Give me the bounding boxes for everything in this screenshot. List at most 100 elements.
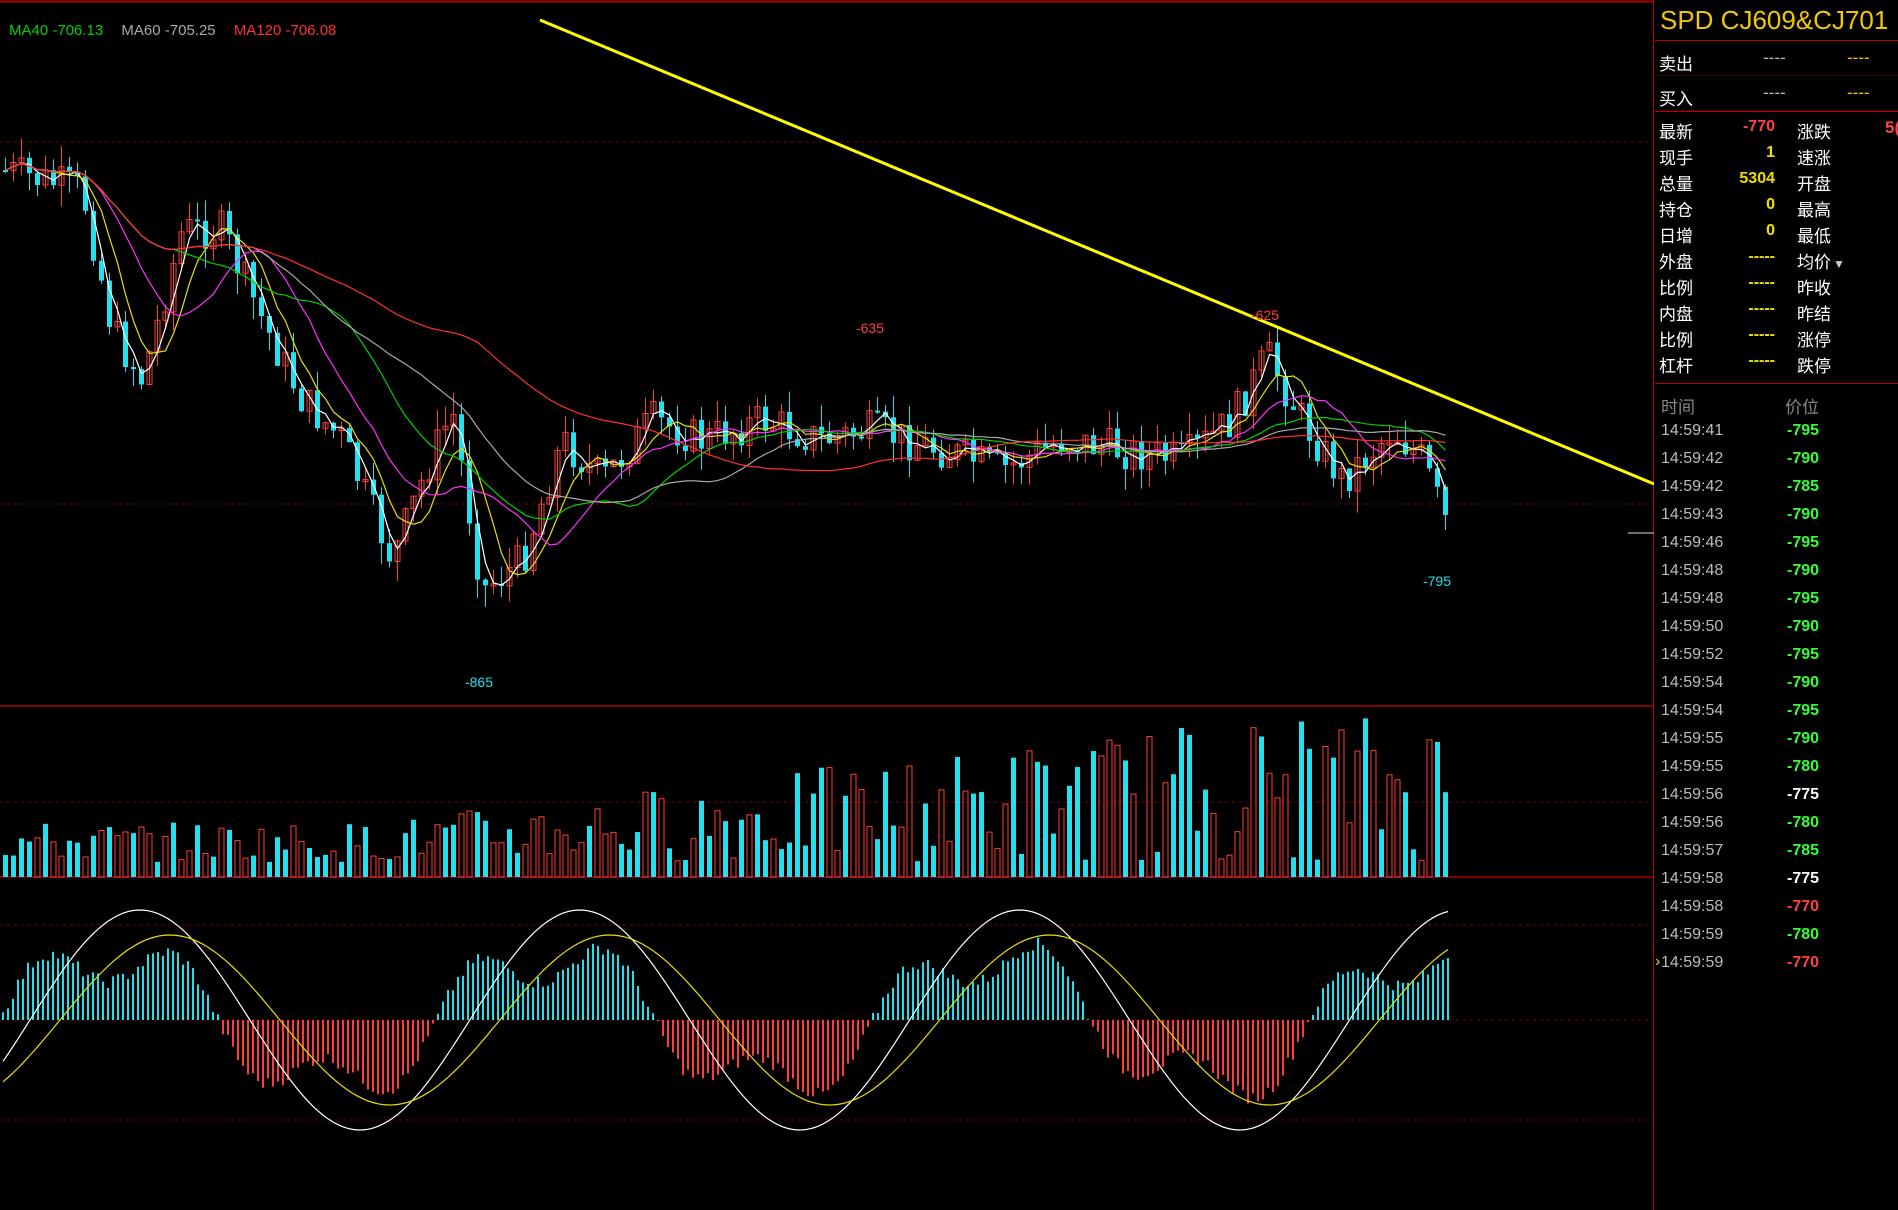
volume-bar <box>242 857 249 878</box>
tick-time: 14:59:54 <box>1661 674 1724 691</box>
quote-right-text: 涨停 <box>1797 331 1831 350</box>
volume-bar <box>218 827 225 878</box>
order-book-bid: 买入 ---- ---- <box>1655 76 1898 111</box>
tick-price: -790 <box>1787 618 1820 635</box>
volume-bar <box>290 825 297 878</box>
ma120-label: MA120 -706.08 <box>233 22 337 39</box>
volume-bar <box>19 838 24 877</box>
candlestick-chart[interactable]: -635 -625 -865 -795 <box>0 0 1654 1210</box>
volume-bar <box>515 852 520 877</box>
quote-label: 比例 <box>1659 331 1693 350</box>
quote-value: ----- <box>1748 274 1775 291</box>
quote-value: 0 <box>1766 196 1775 213</box>
volume-bar <box>1146 735 1153 878</box>
tick-price: -780 <box>1787 926 1820 943</box>
tick-time: 14:59:46 <box>1661 534 1724 551</box>
volume-bar <box>339 861 344 877</box>
candle-body <box>803 446 808 450</box>
candle-body <box>99 260 104 281</box>
candle-body <box>299 388 304 412</box>
tick-row: › 14:59:59 -770 <box>1655 950 1898 978</box>
volume-bar <box>458 813 465 878</box>
volume-bar <box>227 829 232 877</box>
tick-price: -770 <box>1787 954 1820 971</box>
volume-bar <box>466 810 473 878</box>
quote-value: ----- <box>1748 326 1775 343</box>
chart-panel[interactable]: -635 -625 -865 -795 MA40 -706.13 MA60 -7… <box>0 0 1654 1210</box>
quote-label: 杠杆 <box>1659 357 1693 376</box>
tick-list[interactable]: 14:59:41 -795 14:59:42 -790 14:59:42 -785 14:5… <box>1655 418 1898 978</box>
volume-bar <box>1403 792 1408 877</box>
quote-value: ----- <box>1748 300 1775 317</box>
quote-right-label: 开盘 <box>1797 170 1831 195</box>
candle-body <box>683 445 688 452</box>
tick-price: -790 <box>1787 450 1820 467</box>
tick-time: 14:59:58 <box>1661 870 1724 887</box>
quote-label: 内盘 <box>1659 305 1693 324</box>
volume-bar <box>387 859 392 877</box>
volume-bar <box>699 800 704 877</box>
volume-bar <box>1266 772 1273 878</box>
quote-right-label: 跌停 <box>1797 352 1831 377</box>
volume-bar <box>834 850 841 878</box>
volume-bar <box>931 845 936 877</box>
quote-grid: 最新 -770 涨跌 5(现手 1 速涨总量 5304 开盘持仓 0 最高日增 0 最低外盘 -----… <box>1655 111 1898 377</box>
volume-bar <box>1274 797 1281 878</box>
candle-body <box>1115 428 1120 458</box>
bid-price: ---- <box>1763 83 1786 102</box>
tick-time: 14:59:42 <box>1661 478 1724 495</box>
volume-bar <box>866 826 873 878</box>
volume-bar <box>211 856 216 877</box>
volume-bar <box>667 848 672 877</box>
volume-bar <box>50 841 57 878</box>
quote-row: 内盘 ----- 昨结 <box>1655 297 1898 324</box>
candle-body <box>1139 440 1144 470</box>
volume-bar <box>267 861 272 877</box>
tick-row: 14:59:58 -770 <box>1655 894 1898 922</box>
tick-price: -785 <box>1787 842 1820 859</box>
volume-bar <box>178 859 185 878</box>
quote-right-label[interactable]: 均价 ▼ <box>1797 248 1845 273</box>
volume-bar <box>570 849 577 878</box>
tick-time: 14:59:42 <box>1661 450 1724 467</box>
trend-line[interactable] <box>539 18 1654 486</box>
volume-bar <box>186 850 193 878</box>
volume-bar <box>307 847 312 877</box>
tick-time: 14:59:52 <box>1661 646 1724 663</box>
low-label-1: -865 <box>465 674 493 690</box>
volume-bar <box>138 826 145 878</box>
volume-bar <box>739 819 744 877</box>
quote-row: 外盘 ----- 均价 ▼ <box>1655 245 1898 273</box>
candle-body <box>203 220 208 249</box>
volume-bar <box>1195 830 1200 877</box>
volume-bar <box>658 798 665 878</box>
volume-bar <box>594 808 601 878</box>
volume-bar <box>323 854 328 877</box>
tick-price: -795 <box>1787 534 1820 551</box>
volume-bar <box>195 825 200 877</box>
dropdown-arrow-icon[interactable]: ▼ <box>1833 257 1845 271</box>
volume-bar <box>1162 782 1169 878</box>
quote-value: 0 <box>1766 222 1775 239</box>
tick-time: 14:59:54 <box>1661 702 1724 719</box>
quote-label: 最新 <box>1659 123 1693 142</box>
quote-panel: SPD CJ609&CJ701 卖出 ---- ---- 买入 ---- ---… <box>1655 0 1898 1210</box>
volume-bar <box>434 824 441 878</box>
current-tick-marker-icon: › <box>1655 953 1661 970</box>
tick-price: -795 <box>1787 422 1820 439</box>
volume-bar <box>98 829 105 878</box>
candle-body <box>35 173 40 186</box>
volume-bar <box>1098 755 1105 878</box>
candle-body <box>859 436 864 439</box>
ticks-header: 时间 价位 <box>1655 383 1898 418</box>
tick-time: 14:59:59 <box>1661 926 1724 943</box>
quote-right-label: 最低 <box>1797 222 1831 247</box>
candle-body <box>259 297 264 317</box>
tick-price: -790 <box>1787 562 1820 579</box>
tick-time: 14:59:59 <box>1661 954 1724 971</box>
volume-bar <box>795 773 800 877</box>
volume-bar <box>155 861 160 877</box>
candle-body <box>291 352 296 389</box>
contract-title[interactable]: SPD CJ609&CJ701 <box>1655 0 1898 41</box>
volume-bar <box>483 820 488 877</box>
